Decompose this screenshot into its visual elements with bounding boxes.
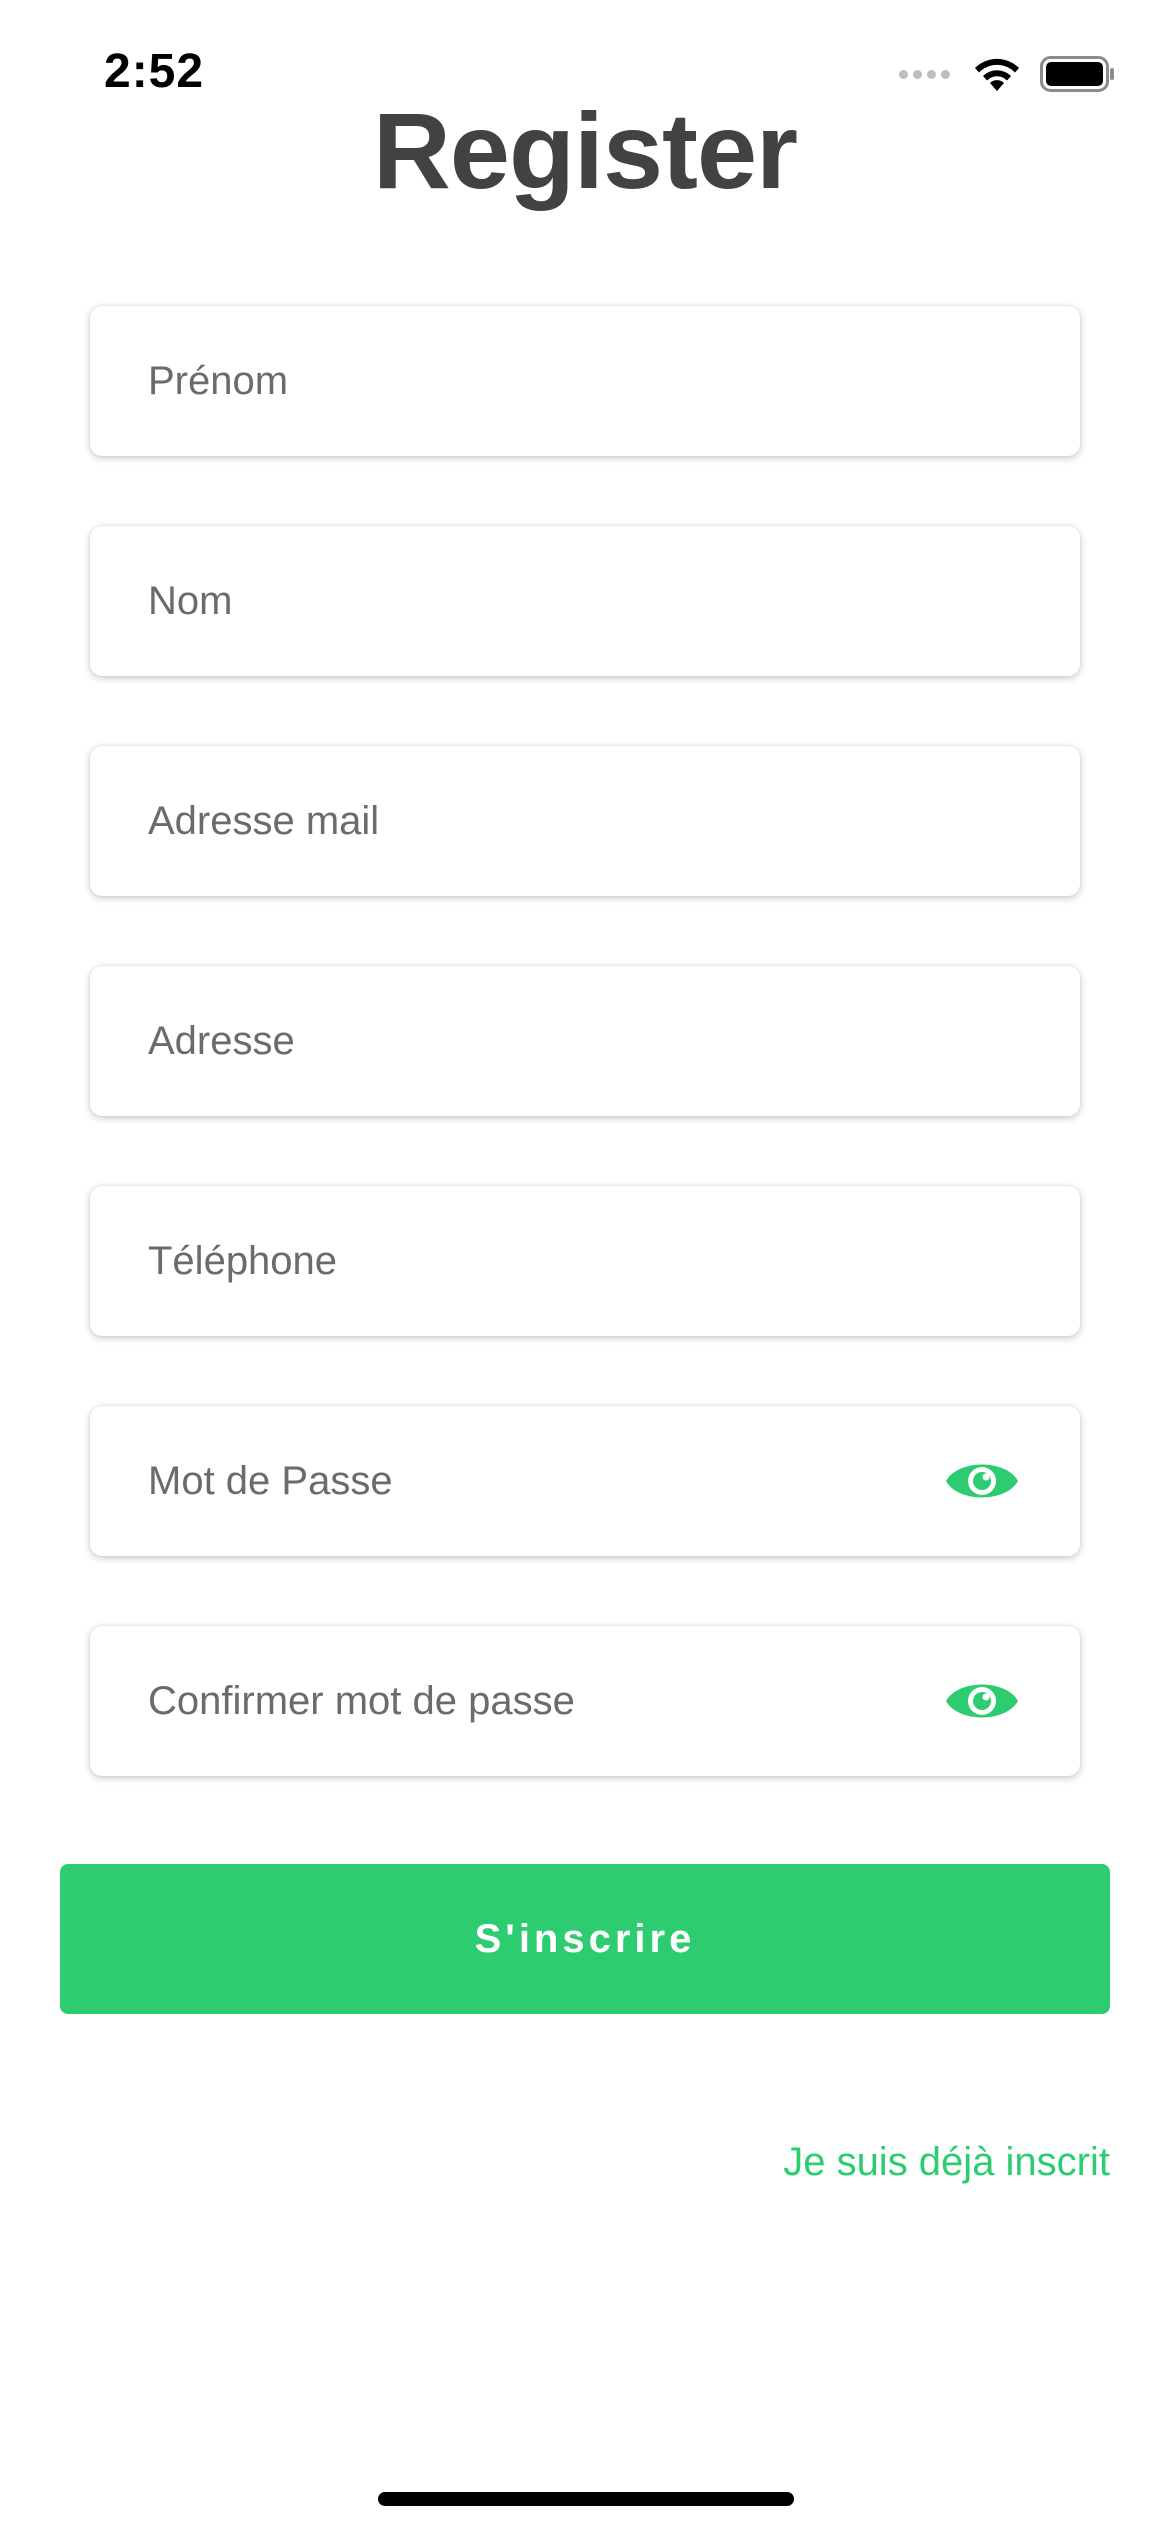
confirm-password-field[interactable] <box>90 1626 1080 1776</box>
cellular-signal-icon <box>899 69 950 79</box>
first-name-input[interactable] <box>148 306 968 456</box>
confirm-password-input[interactable] <box>148 1626 968 1776</box>
address-input[interactable] <box>148 966 968 1116</box>
register-button[interactable]: S'inscrire <box>60 1864 1110 2014</box>
home-indicator[interactable] <box>378 2492 794 2506</box>
already-registered-link[interactable]: Je suis déjà inscrit <box>783 2140 1110 2185</box>
eye-icon[interactable] <box>944 1453 1020 1509</box>
email-field[interactable] <box>90 746 1080 896</box>
phone-field[interactable] <box>90 1186 1080 1336</box>
password-input[interactable] <box>148 1406 968 1556</box>
battery-icon <box>1040 56 1114 92</box>
last-name-input[interactable] <box>148 526 968 676</box>
page-title: Register <box>372 90 798 211</box>
password-field[interactable] <box>90 1406 1080 1556</box>
phone-input[interactable] <box>148 1186 968 1336</box>
eye-icon[interactable] <box>944 1673 1020 1729</box>
email-input[interactable] <box>148 746 968 896</box>
address-field[interactable] <box>90 966 1080 1116</box>
last-name-field[interactable] <box>90 526 1080 676</box>
first-name-field[interactable] <box>90 306 1080 456</box>
